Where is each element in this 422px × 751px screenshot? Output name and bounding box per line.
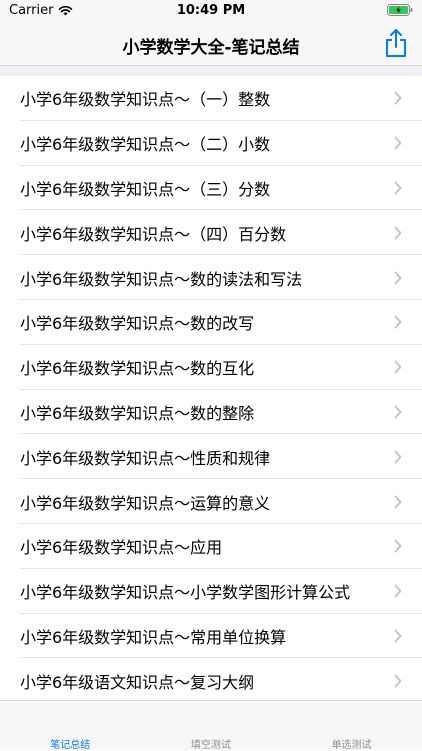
list-item[interactable]: 小学6年级数学知识点～小学数学图形计算公式 [0, 569, 422, 614]
list-item-label: 小学6年级数学知识点～常用单位换算 [20, 627, 287, 647]
list-item-label: 小学6年级数学知识点～（二）小数 [20, 135, 271, 155]
list-item-label: 小学6年级数学知识点～运算的意义 [20, 493, 271, 513]
list-item[interactable]: 小学6年级数学知识点～运算的意义 [0, 479, 422, 524]
chevron-right-icon [394, 405, 402, 419]
list-item[interactable]: 小学6年级数学知识点～（三）分数 [0, 166, 422, 211]
chevron-right-icon [394, 226, 402, 240]
battery-charging-icon [387, 4, 413, 16]
list-item-label: 小学6年级数学知识点～（三）分数 [20, 179, 271, 199]
list-item[interactable]: 小学6年级数学知识点～应用 [0, 524, 422, 569]
tab-single-choice-test[interactable]: 单选测试 [281, 701, 422, 751]
chevron-right-icon [394, 674, 402, 688]
chevron-right-icon [394, 629, 402, 643]
list-item-label: 小学6年级数学知识点～数的整除 [20, 403, 255, 423]
list-item-label: 小学6年级数学知识点～小学数学图形计算公式 [20, 583, 351, 603]
chevron-right-icon [394, 360, 402, 374]
list-item[interactable]: 小学6年级数学知识点～（二）小数 [0, 121, 422, 166]
tab-notes-summary[interactable]: 笔记总结 [0, 701, 141, 751]
chevron-right-icon [394, 450, 402, 464]
tab-bar: 笔记总结 填空测试 单选测试 [0, 700, 422, 751]
list-item-label: 小学6年级数学知识点～数的改写 [20, 314, 255, 334]
list-item[interactable]: 小学6年级数学知识点～数的改写 [0, 300, 422, 345]
list-item-label: 小学6年级数学知识点～应用 [20, 538, 223, 558]
list-item[interactable]: 小学6年级数学知识点～数的读法和写法 [0, 255, 422, 300]
list-item[interactable]: 小学6年级数学知识点～常用单位换算 [0, 614, 422, 659]
list-item-label: 小学6年级数学知识点～性质和规律 [20, 448, 271, 468]
chevron-right-icon [394, 315, 402, 329]
list-item-label: 小学6年级数学知识点～（一）整数 [20, 90, 271, 110]
tab-label: 单选测试 [331, 740, 372, 751]
list-item[interactable]: 小学6年级数学知识点～（一）整数 [0, 76, 422, 121]
status-bar: Carrier 10:49 PM [0, 0, 422, 22]
chevron-right-icon [394, 271, 402, 285]
chevron-right-icon [394, 495, 402, 509]
chevron-right-icon [394, 91, 402, 105]
list-item-label: 小学6年级数学知识点～（四）百分数 [20, 224, 287, 244]
list-item-label: 小学6年级数学知识点～数的互化 [20, 359, 255, 379]
share-button[interactable] [383, 28, 409, 58]
chevron-right-icon [394, 584, 402, 598]
list-item-label: 小学6年级数学知识点～数的读法和写法 [20, 269, 303, 289]
chevron-right-icon [394, 539, 402, 553]
list-item-label: 小学6年级语文知识点～复习大纲 [20, 672, 255, 692]
notes-list: 小学6年级数学知识点～（一）整数 小学6年级数学知识点～（二）小数 小学6年级数学知… [0, 76, 422, 703]
list-item[interactable]: 小学6年级语文知识点～复习大纲 [0, 658, 422, 703]
chevron-right-icon [394, 181, 402, 195]
page-title: 小学数学大全-笔记总结 [122, 38, 300, 58]
tab-fill-in-test[interactable]: 填空测试 [141, 701, 282, 751]
chevron-right-icon [394, 136, 402, 150]
status-time: 10:49 PM [176, 3, 246, 18]
list-header-spacer [0, 66, 422, 76]
list-item[interactable]: 小学6年级数学知识点～（四）百分数 [0, 210, 422, 255]
list-item[interactable]: 小学6年级数学知识点～数的整除 [0, 390, 422, 435]
list-item[interactable]: 小学6年级数学知识点～性质和规律 [0, 434, 422, 479]
tab-label: 笔记总结 [50, 740, 91, 751]
tab-label: 填空测试 [190, 740, 231, 751]
list-item[interactable]: 小学6年级数学知识点～数的互化 [0, 345, 422, 390]
navigation-bar: 小学数学大全-笔记总结 [0, 22, 422, 66]
share-icon [386, 29, 406, 57]
